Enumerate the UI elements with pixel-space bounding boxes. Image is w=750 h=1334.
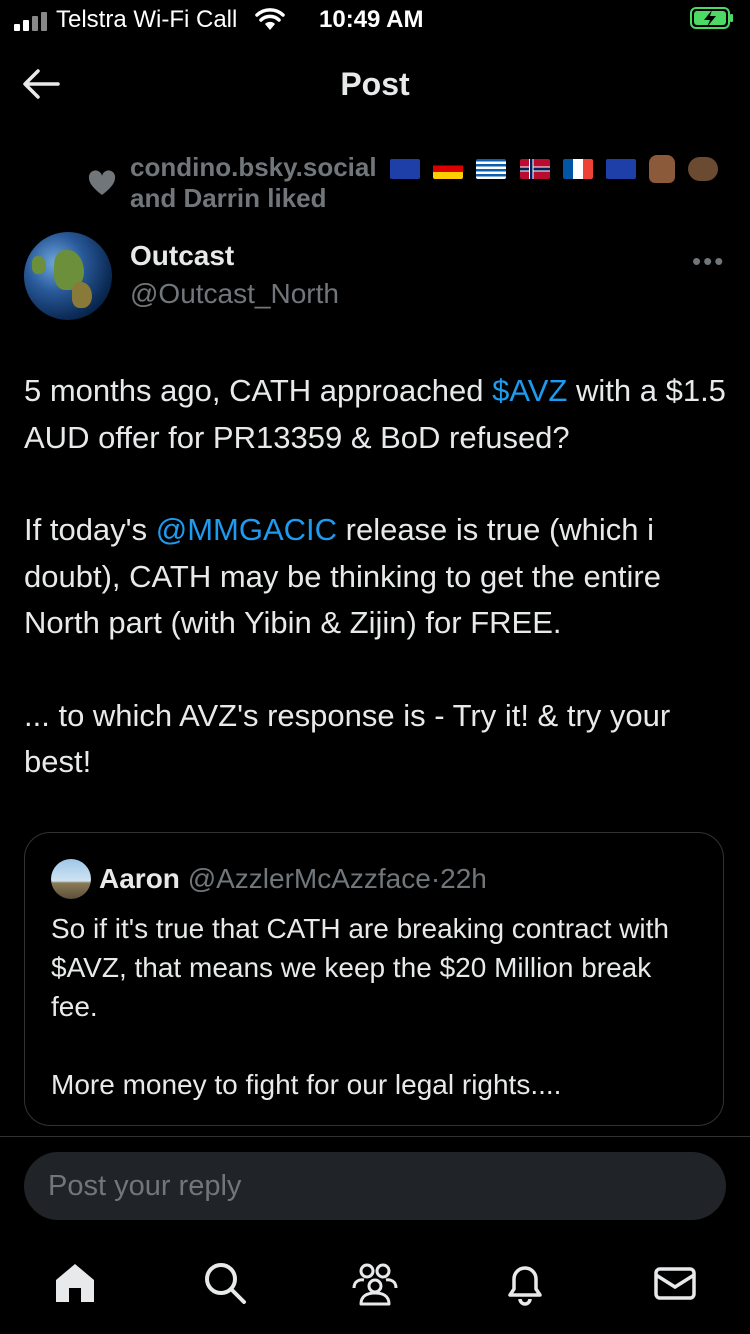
bell-icon[interactable]	[500, 1258, 550, 1308]
post-text-segment: If today's	[24, 512, 156, 547]
quote-paragraph: So if it's true that CATH are breaking c…	[51, 913, 669, 1022]
page-title: Post	[340, 66, 410, 102]
wifi-icon	[255, 8, 285, 30]
carrier-label: Telstra Wi-Fi Call	[56, 6, 238, 33]
home-icon[interactable]	[50, 1258, 100, 1308]
quote-author-name: Aaron	[99, 863, 180, 894]
quoted-post[interactable]: Aaron @AzzlerMcAzzface·22h So if it's tr…	[24, 832, 724, 1126]
avatar[interactable]	[24, 232, 112, 320]
bottom-tab-bar	[0, 1250, 750, 1320]
germany-flag-icon	[433, 159, 464, 180]
social-context[interactable]: condino.bsky.social and Darrin liked	[88, 152, 728, 218]
divider	[0, 1136, 750, 1137]
post-body: 5 months ago, CATH approached $AVZ with …	[24, 368, 730, 832]
signal-icon	[14, 12, 47, 31]
quote-avatar	[51, 859, 91, 899]
mention-link[interactable]: @MMGACIC	[156, 512, 337, 547]
quote-body: So if it's true that CATH are breaking c…	[51, 909, 701, 1143]
raised-fist-icon	[649, 155, 676, 184]
otter-icon	[688, 157, 719, 182]
eu-flag-icon	[606, 159, 636, 180]
post-author[interactable]: Outcast @Outcast_North	[130, 240, 339, 310]
post-paragraph: ... to which AVZ's response is - Try it!…	[24, 697, 671, 780]
post-text-segment: 5 months ago, CATH approached	[24, 373, 493, 408]
liked-label: and Darrin liked	[130, 183, 327, 214]
author-name: Outcast	[130, 240, 235, 271]
status-bar: Telstra Wi-Fi Call 10:49 AM	[0, 0, 750, 40]
social-context-text: condino.bsky.social and Darrin liked	[130, 152, 719, 214]
post-paragraph: If today's @MMGACIC release is true (whi…	[24, 507, 730, 647]
header: Post	[0, 56, 750, 112]
mail-icon[interactable]	[650, 1258, 700, 1308]
liker-name: condino.bsky.social	[130, 152, 377, 182]
reply-placeholder: Post your reply	[48, 1170, 242, 1202]
quote-time: 22h	[440, 863, 487, 894]
cashtag-link[interactable]: $AVZ	[492, 373, 567, 408]
quote-header: Aaron @AzzlerMcAzzface·22h	[99, 863, 487, 895]
more-horizontal-icon[interactable]: •••	[692, 246, 725, 277]
eu-flag-icon	[389, 159, 420, 180]
heart-icon	[88, 170, 116, 195]
reply-input[interactable]: Post your reply	[24, 1152, 726, 1220]
search-icon[interactable]	[200, 1258, 250, 1308]
quote-author-handle: @AzzlerMcAzzface	[187, 863, 431, 894]
quote-paragraph: More money to fight for our legal rights…	[51, 1069, 562, 1100]
greece-flag-icon	[476, 159, 507, 180]
author-handle: @Outcast_North	[130, 278, 339, 309]
quote-separator: ·	[430, 863, 441, 894]
norway-flag-icon	[519, 159, 550, 180]
france-flag-icon	[562, 159, 593, 180]
status-time: 10:49 AM	[319, 6, 424, 33]
communities-icon[interactable]	[350, 1258, 400, 1308]
post-paragraph: 5 months ago, CATH approached $AVZ with …	[24, 368, 730, 461]
battery-charging-icon	[690, 7, 733, 29]
